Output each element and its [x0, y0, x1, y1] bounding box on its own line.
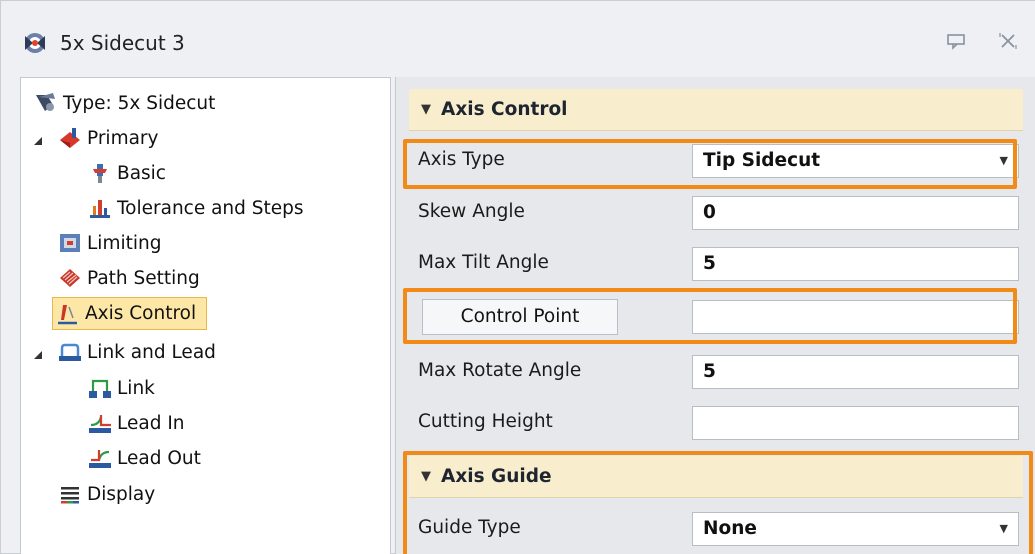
max-tilt-angle-label: Max Tilt Angle [418, 252, 549, 273]
tree-item-label: Link and Lead [87, 341, 216, 363]
axis-type-dropdown[interactable]: Tip Sidecut ▼ [692, 144, 1019, 178]
basic-icon [93, 164, 107, 183]
limiting-icon [60, 234, 80, 252]
axis-type-value: Tip Sidecut [703, 150, 821, 171]
tree-item-label: Lead Out [117, 447, 201, 469]
cutting-height-label: Cutting Height [418, 411, 553, 432]
tree-item-path-setting[interactable]: Path Setting [57, 262, 200, 294]
dropdown-arrow-icon: ▼ [999, 154, 1008, 167]
dropdown-arrow-icon: ▼ [999, 522, 1008, 535]
axis-type-row: Axis Type Tip Sidecut ▼ [409, 137, 1023, 183]
operation-type-icon [36, 93, 55, 111]
tree-item-label: Lead In [117, 412, 185, 434]
tree-item-label: Type: 5x Sidecut [63, 92, 216, 114]
tolerance-icon [90, 200, 110, 218]
guide-type-row: Guide Type None ▼ [409, 505, 1023, 551]
tree-item-display[interactable]: Display [57, 478, 155, 510]
cutting-height-input[interactable] [692, 406, 1019, 440]
window-title: 5x Sidecut 3 [60, 31, 185, 55]
tree-item-lead-out[interactable]: Lead Out [87, 442, 201, 474]
control-point-input[interactable] [692, 300, 1019, 334]
tree-item-type[interactable]: Type: 5x Sidecut [33, 87, 215, 119]
title-bar: 5x Sidecut 3 [1, 1, 1035, 77]
section-title: Axis Control [441, 99, 568, 120]
skew-angle-label: Skew Angle [418, 201, 525, 222]
max-rotate-angle-row: Max Rotate Angle 5 [409, 348, 1023, 394]
guide-type-label: Guide Type [418, 517, 521, 538]
display-icon [61, 487, 79, 504]
operation-tree: Type: 5x Sidecut Primary Basic Tolerance… [20, 77, 391, 554]
tree-item-label: Basic [117, 162, 166, 184]
tree-item-label: Display [87, 483, 156, 505]
lead-in-icon [89, 415, 111, 433]
tree-item-primary[interactable]: Primary [57, 122, 159, 154]
tree-item-label: Limiting [87, 232, 162, 254]
property-panel: ▼ Axis Control Axis Type Tip Sidecut ▼ S… [395, 77, 1035, 554]
axis-control-icon [58, 304, 77, 324]
guide-type-value: None [703, 518, 757, 539]
dialog-window: 5x Sidecut 3 Type: 5x Sidecut Primary Ba… [0, 0, 1035, 554]
section-title: Axis Guide [441, 466, 552, 487]
tree-item-limiting[interactable]: Limiting [57, 227, 161, 259]
tree-item-label: Path Setting [87, 267, 200, 289]
tree-item-lead-in[interactable]: Lead In [87, 407, 185, 439]
tree-item-basic[interactable]: Basic [87, 157, 166, 189]
tree-item-link-and-lead[interactable]: Link and Lead [57, 336, 216, 368]
collapse-triangle-icon: ▼ [421, 102, 431, 117]
collapse-triangle-icon: ▼ [421, 469, 431, 484]
max-tilt-angle-row: Max Tilt Angle 5 [409, 240, 1023, 286]
tree-item-label: Tolerance and Steps [117, 197, 304, 219]
tree-item-label: Link [117, 377, 155, 399]
max-tilt-angle-input[interactable]: 5 [692, 247, 1019, 281]
tree-item-link[interactable]: Link [87, 372, 155, 404]
pin-icon[interactable] [945, 31, 967, 51]
max-rotate-angle-input[interactable]: 5 [692, 355, 1019, 389]
primary-icon [60, 128, 80, 148]
control-point-button[interactable]: Control Point [422, 299, 618, 335]
tree-item-axis-control[interactable]: Axis Control [52, 297, 208, 330]
guide-type-dropdown[interactable]: None ▼ [692, 512, 1019, 546]
tree-item-label: Axis Control [85, 303, 197, 324]
cutting-height-row: Cutting Height [409, 399, 1023, 445]
axis-guide-section-header[interactable]: ▼ Axis Guide [409, 456, 1023, 498]
skew-angle-input[interactable]: 0 [692, 196, 1019, 230]
axis-type-label: Axis Type [418, 149, 505, 170]
max-rotate-angle-label: Max Rotate Angle [418, 360, 582, 381]
lead-out-icon [89, 450, 111, 468]
tree-item-label: Primary [87, 127, 159, 149]
axis-control-section-header[interactable]: ▼ Axis Control [409, 89, 1023, 131]
collapse-triangle-icon[interactable] [33, 136, 43, 146]
close-icon[interactable] [997, 31, 1019, 51]
skew-angle-row: Skew Angle 0 [409, 189, 1023, 235]
link-lead-icon [59, 343, 81, 361]
link-icon [89, 379, 111, 398]
tree-item-tolerance[interactable]: Tolerance and Steps [87, 192, 304, 224]
control-point-row: Control Point [409, 293, 1023, 339]
collapse-triangle-icon[interactable] [33, 350, 43, 360]
path-setting-icon [60, 269, 80, 287]
toolpath-app-icon [25, 33, 45, 53]
